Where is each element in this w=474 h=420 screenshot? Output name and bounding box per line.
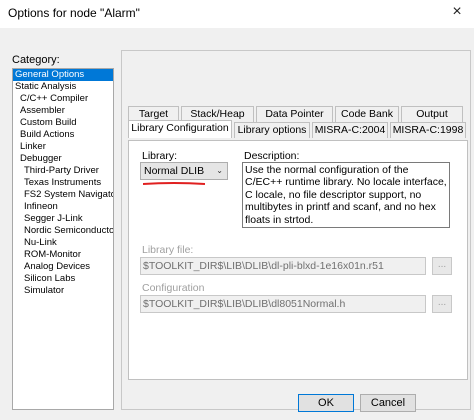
configuration-browse-button[interactable]: ... <box>432 295 452 313</box>
cancel-button[interactable]: Cancel <box>360 394 416 412</box>
category-item[interactable]: Infineon <box>13 201 113 213</box>
category-item[interactable]: General Options <box>13 69 113 81</box>
category-item[interactable]: Segger J-Link <box>13 213 113 225</box>
category-item[interactable]: ROM-Monitor <box>13 249 113 261</box>
category-label: Category: <box>12 54 60 66</box>
close-icon[interactable]: × <box>448 3 466 21</box>
ok-button[interactable]: OK <box>298 394 354 412</box>
tab-library-configuration[interactable]: Library Configuration <box>128 120 232 138</box>
library-select[interactable]: Normal DLIB ⌄ <box>140 162 228 180</box>
category-item[interactable]: Silicon Labs <box>13 273 113 285</box>
category-list[interactable]: General Options Static Analysis C/C++ Comp… <box>12 68 114 410</box>
description-label: Description: <box>244 150 300 162</box>
category-item[interactable]: Assembler <box>13 105 113 117</box>
tab-code-bank[interactable]: Code Bank <box>335 106 399 122</box>
tab-library-options[interactable]: Library options <box>234 122 310 138</box>
category-item[interactable]: Analog Devices <box>13 261 113 273</box>
category-item[interactable]: FS2 System Navigator <box>13 189 113 201</box>
category-item[interactable]: Nordic Semiconductor <box>13 225 113 237</box>
category-item[interactable]: Linker <box>13 141 113 153</box>
library-file-label: Library file: <box>142 244 194 256</box>
category-item[interactable]: C/C++ Compiler <box>13 93 113 105</box>
configuration-label: Configuration <box>142 282 205 294</box>
category-item[interactable]: Custom Build <box>13 117 113 129</box>
chevron-down-icon: ⌄ <box>216 166 223 175</box>
category-item[interactable]: Static Analysis <box>13 81 113 93</box>
tab-misra-c-1998[interactable]: MISRA-C:1998 <box>390 122 466 138</box>
title-bar: Options for node "Alarm" × <box>0 0 474 28</box>
library-select-value: Normal DLIB <box>144 165 205 177</box>
category-item[interactable]: Texas Instruments <box>13 177 113 189</box>
category-item[interactable]: Simulator <box>13 285 113 297</box>
tab-data-pointer[interactable]: Data Pointer <box>256 106 333 122</box>
category-item[interactable]: Debugger <box>13 153 113 165</box>
library-file-field[interactable]: $TOOLKIT_DIR$\LIB\DLIB\dl-pli-blxd-1e16x… <box>140 257 426 275</box>
window-title: Options for node "Alarm" <box>8 6 140 20</box>
category-item[interactable]: Build Actions <box>13 129 113 141</box>
red-annotation-underline <box>143 182 205 185</box>
library-label: Library: <box>142 150 178 162</box>
configuration-field[interactable]: $TOOLKIT_DIR$\LIB\DLIB\dl8051Normal.h <box>140 295 426 313</box>
description-text: Use the normal configuration of the C/EC… <box>242 162 450 228</box>
category-item[interactable]: Third-Party Driver <box>13 165 113 177</box>
library-file-browse-button[interactable]: ... <box>432 257 452 275</box>
category-item[interactable]: Nu-Link <box>13 237 113 249</box>
tab-output[interactable]: Output <box>401 106 463 122</box>
tab-misra-c-2004[interactable]: MISRA-C:2004 <box>312 122 388 138</box>
